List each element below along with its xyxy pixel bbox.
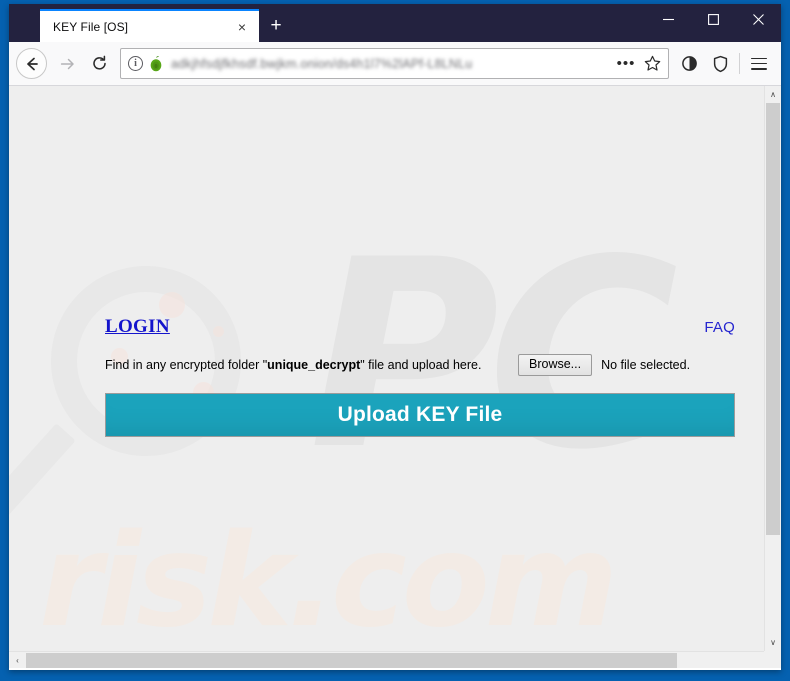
tab-title: KEY File [OS] [53,19,129,34]
title-bar: KEY File [OS] × + [9,4,781,42]
web-page: PC risk.com LOGIN FAQ Find in any encryp… [9,86,764,651]
upload-key-file-button[interactable]: Upload KEY File [105,393,735,437]
horizontal-scroll-track[interactable] [26,652,764,669]
tab-strip: KEY File [OS] × + [9,4,646,42]
upload-instruction-row: Find in any encrypted folder "unique_dec… [105,354,735,376]
info-circle-icon[interactable]: i [128,56,143,71]
hint-filename: unique_decrypt [267,358,361,372]
identity-box[interactable]: i [128,55,171,72]
tab-close-icon[interactable]: × [233,18,251,36]
browser-tab[interactable]: KEY File [OS] × [40,9,259,42]
address-bar[interactable]: i adkjhfsdjfkhsdf.bwjkm.onion/ds4h1l7%2l… [120,48,669,79]
browse-button[interactable]: Browse... [518,354,593,376]
file-input[interactable]: Browse... No file selected. [518,354,690,376]
noscript-contrast-icon[interactable] [674,48,705,79]
star-icon[interactable] [639,51,665,77]
browser-window: KEY File [OS] × + i adkjhfsdjfkhsdf.bwjk… [9,4,781,670]
faq-link[interactable]: FAQ [704,319,735,336]
window-controls [646,4,781,34]
scroll-up-icon[interactable]: ∧ [765,86,781,103]
upload-hint: Find in any encrypted folder "unique_dec… [105,358,481,372]
onion-icon [150,56,162,72]
vertical-scrollbar[interactable]: ∧ ∨ [764,86,781,651]
scrollbar-corner [764,651,781,668]
url-text[interactable]: adkjhfsdjfkhsdf.bwjkm.onion/ds4h1l7%2lAP… [171,57,613,71]
toolbar-extension-icons [674,48,774,79]
maximize-icon[interactable] [691,4,736,34]
back-arrow-icon[interactable] [16,48,47,79]
login-link[interactable]: LOGIN [105,316,170,338]
minimize-icon[interactable] [646,4,691,34]
scroll-left-icon[interactable]: ‹ [9,652,26,669]
horizontal-scroll-thumb[interactable] [26,652,677,668]
shield-icon[interactable] [705,48,736,79]
hamburger-menu-icon[interactable] [743,48,774,79]
hint-prefix: Find in any encrypted folder " [105,358,268,372]
close-icon[interactable] [736,4,781,34]
forward-arrow-icon [50,47,83,80]
vertical-scroll-thumb[interactable] [766,103,780,535]
page-header-row: LOGIN FAQ [105,316,735,338]
reload-icon[interactable] [83,47,116,80]
content-viewport: PC risk.com LOGIN FAQ Find in any encryp… [9,86,781,668]
ellipsis-icon[interactable]: ••• [613,51,639,77]
horizontal-scrollbar[interactable]: ‹ › [9,651,781,668]
selected-file-label: No file selected. [601,358,691,372]
new-tab-button[interactable]: + [259,9,293,42]
navigation-toolbar: i adkjhfsdjfkhsdf.bwjkm.onion/ds4h1l7%2l… [9,42,781,86]
watermark-risk-text: risk.com [39,507,618,651]
hint-suffix: " file and upload here. [360,358,482,372]
watermark-magnifier-handle-icon [9,423,76,524]
toolbar-divider [739,53,740,74]
scroll-down-icon[interactable]: ∨ [765,634,781,651]
address-bar-actions: ••• [613,51,665,77]
